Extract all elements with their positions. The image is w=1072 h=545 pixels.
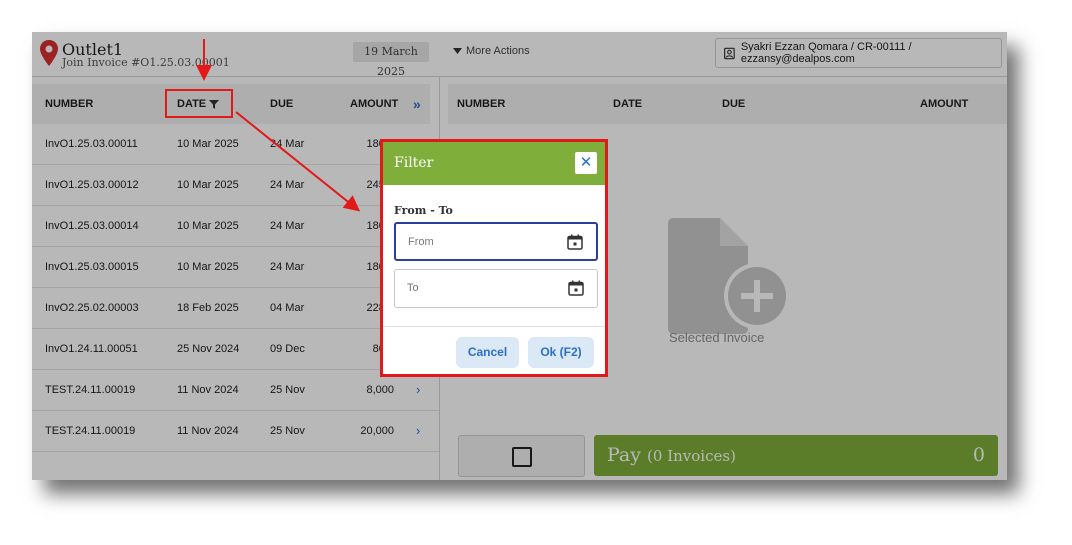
app-window: Outlet1 Join Invoice #O1.25.03.00001 19 … — [32, 32, 1007, 480]
close-icon[interactable]: ✕ — [575, 152, 597, 174]
date-range-label: From - To — [394, 204, 453, 217]
to-date-field[interactable]: To — [394, 269, 598, 308]
from-placeholder: From — [408, 236, 434, 248]
to-placeholder: To — [407, 282, 419, 294]
modal-header: Filter ✕ — [383, 142, 605, 185]
modal-title: Filter — [394, 155, 434, 171]
date-filter-highlight — [165, 89, 233, 118]
ok-button[interactable]: Ok (F2) — [528, 337, 594, 368]
calendar-icon[interactable] — [567, 234, 583, 250]
cancel-button[interactable]: Cancel — [456, 337, 519, 368]
calendar-icon[interactable] — [568, 280, 584, 296]
from-date-field[interactable]: From — [394, 222, 598, 261]
filter-modal: Filter ✕ From - To From To Cancel Ok (F2… — [380, 139, 608, 377]
modal-divider — [383, 326, 605, 327]
